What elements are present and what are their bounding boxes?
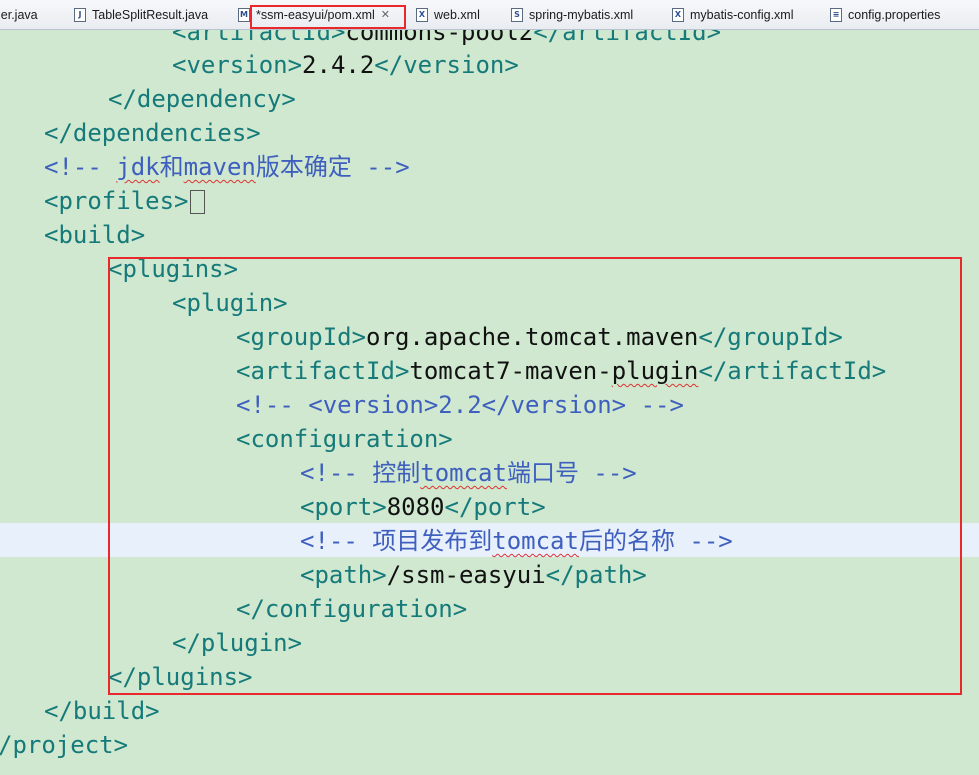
code-line-22: /project> [0, 731, 129, 759]
code-line-10: <groupId>org.apache.tomcat.maven</groupI… [236, 323, 843, 351]
code-line-16: <!-- 项目发布到tomcat后的名称 --> [300, 527, 733, 555]
code-line-7: <build> [44, 221, 146, 249]
text-cursor [189, 190, 205, 214]
maven-pom-icon: M [238, 8, 250, 22]
code-line-5: <!-- jdk和maven版本确定 --> [44, 153, 410, 181]
code-line-12: <!-- <version>2.2</version> --> [236, 391, 684, 419]
code-line-14: <!-- 控制tomcat端口号 --> [300, 459, 637, 487]
code-line-18: </configuration> [236, 595, 468, 623]
tab-label: ler.java [0, 8, 38, 22]
tab-highlight-box [250, 5, 406, 29]
java-file-icon: J [74, 8, 86, 22]
code-line-21: </build> [44, 697, 160, 725]
code-line-15: <port>8080</port> [300, 493, 546, 521]
tab-mybatis-config-xml[interactable]: X mybatis-config.xml [672, 5, 794, 25]
properties-file-icon: ≡ [830, 8, 842, 22]
tab-spring-mybatis-xml[interactable]: S spring-mybatis.xml [511, 5, 633, 25]
code-line-2: <version>2.4.2</version> [172, 51, 519, 79]
code-line-13: <configuration> [236, 425, 453, 453]
tab-config-properties[interactable]: ≡ config.properties [830, 5, 940, 25]
code-line-9: <plugin> [172, 289, 288, 317]
code-line-4: </dependencies> [44, 119, 261, 147]
xml-editor[interactable]: <artifactId>commons-pool2</artifactId> <… [0, 30, 979, 775]
code-line-8: <plugins> [108, 255, 239, 283]
code-line-19: </plugin> [172, 629, 303, 657]
tab-label: config.properties [848, 8, 941, 22]
code-line-1: <artifactId>commons-pool2</artifactId> [172, 30, 722, 46]
tab-ler-java[interactable]: ler.java [0, 5, 38, 25]
code-line-17: <path>/ssm-easyui</path> [300, 561, 647, 589]
tab-label: spring-mybatis.xml [529, 8, 634, 22]
spring-xml-icon: S [511, 8, 523, 22]
editor-tab-bar: ler.java J TableSplitResult.java M *ssm-… [0, 0, 979, 30]
tab-tablesplitresult-java[interactable]: J TableSplitResult.java [74, 5, 208, 25]
code-line-20: </plugins> [108, 663, 253, 691]
code-line-6: <profiles> [44, 184, 205, 218]
tab-label: web.xml [434, 8, 480, 22]
tab-web-xml[interactable]: X web.xml [416, 5, 480, 25]
tab-label: TableSplitResult.java [92, 8, 209, 22]
code-line-3: </dependency> [108, 85, 296, 113]
xml-file-icon: X [672, 8, 684, 22]
xml-file-icon: X [416, 8, 428, 22]
tab-label: mybatis-config.xml [690, 8, 794, 22]
code-line-11: <artifactId>tomcat7-maven-plugin</artifa… [236, 357, 887, 385]
